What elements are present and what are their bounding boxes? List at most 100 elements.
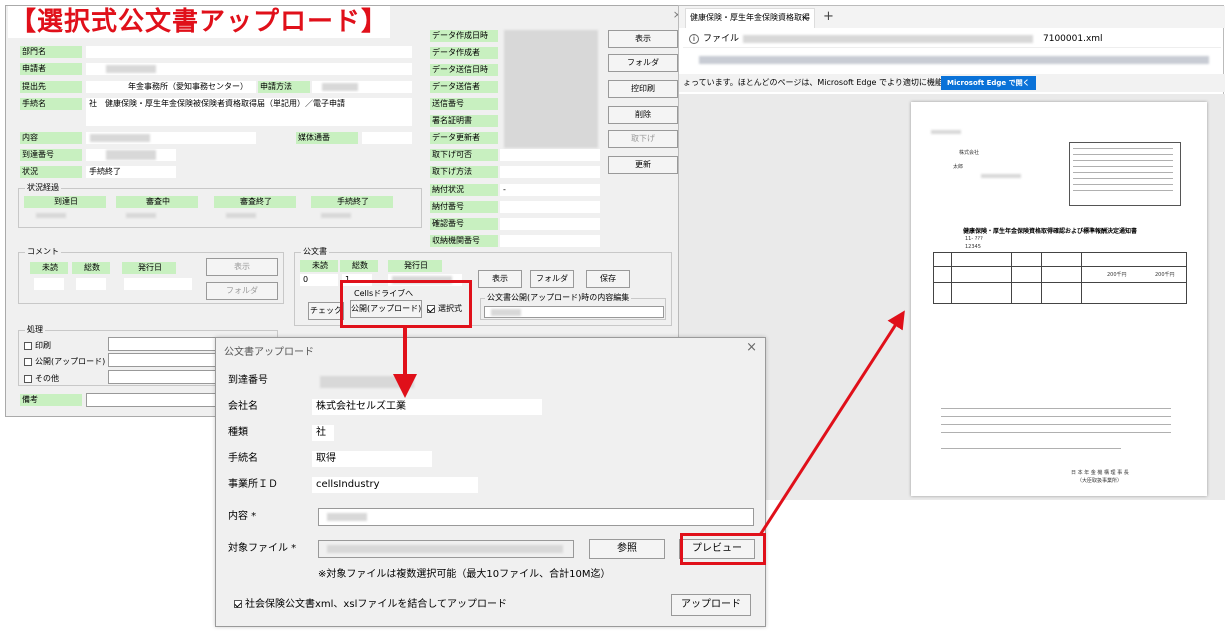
edit-content-input[interactable]: [484, 306, 664, 318]
comment-header-unread: 未読: [30, 262, 68, 274]
payment-status-value: -: [500, 184, 600, 196]
right-label-12: 収納機関番号: [430, 235, 498, 247]
withdraw-button[interactable]: 取下げ: [608, 130, 678, 148]
remarks-input[interactable]: [86, 393, 226, 407]
content-input[interactable]: [318, 508, 754, 526]
open-in-edge-button[interactable]: Microsoft Edge で開く: [941, 76, 1036, 90]
folder-button[interactable]: フォルダ: [608, 54, 678, 72]
withdraw-ok-value: [500, 149, 600, 161]
right-label-9: 納付状況: [430, 184, 498, 196]
right-label-8: 取下げ方法: [430, 166, 498, 178]
bookmarks-bar: [699, 56, 1209, 64]
dialog-upload-button[interactable]: アップロード: [671, 594, 751, 616]
media-value: [362, 132, 412, 144]
kobunsho-show-button[interactable]: 表示: [478, 270, 522, 288]
progress-group: 状況経過: [18, 183, 422, 228]
procedure-value: 社 健康保険・厚生年金保険被保険者資格取得届（単記用）／電子申請: [86, 98, 412, 126]
doc-title: 健康保険・厚生年金保険資格取得確認および標準報酬決定通知書: [963, 228, 1138, 235]
payment-no-value: [500, 201, 600, 213]
method-value: [312, 81, 412, 93]
progress-header-review-done: 審査終了: [214, 196, 296, 208]
right-label-7: 取下げ可否: [430, 149, 498, 161]
doc-person: 太郎: [953, 164, 964, 170]
label-applicant: 申請者: [20, 63, 82, 75]
dept-field[interactable]: [86, 46, 412, 58]
address-bar[interactable]: i ファイル 7100001.xml: [683, 30, 1221, 48]
doc-office-no: 12345: [965, 244, 981, 250]
confirm-no-value: [500, 218, 600, 230]
dialog-arrival-no-value: [320, 376, 414, 388]
label-arrival-no: 到達番号: [228, 375, 268, 386]
comment-show-button[interactable]: 表示: [206, 258, 278, 276]
browse-button[interactable]: 参照: [589, 539, 665, 559]
process-publish-checkbox[interactable]: 公開(アップロード): [24, 356, 105, 367]
process-print-checkbox[interactable]: 印刷: [24, 340, 51, 351]
applicant-field[interactable]: [86, 63, 412, 75]
kobunsho-header-date: 発行日: [388, 260, 442, 272]
comment-folder-button[interactable]: フォルダ: [206, 282, 278, 300]
doc-office-ref: 11- ???: [965, 236, 983, 242]
label-dept: 部門名: [20, 46, 82, 58]
new-tab-icon[interactable]: +: [823, 9, 834, 24]
doc-amount-2: 200千円: [1155, 272, 1175, 278]
url-tail: 7100001.xml: [1043, 34, 1103, 44]
progress-header-finished: 手続終了: [311, 196, 393, 208]
withdraw-method-value: [500, 166, 600, 178]
comment-date-value: [124, 278, 192, 290]
kobunsho-save-button[interactable]: 保存: [586, 270, 630, 288]
submit-to-value: 年金事務所（愛知事務センター）: [86, 81, 256, 93]
doc-issuer-sub: （大臣取扱事業所）: [1077, 478, 1123, 484]
process-print-input[interactable]: [108, 337, 228, 351]
process-other-checkbox[interactable]: その他: [24, 373, 59, 384]
kobunsho-header-total: 総数: [340, 260, 378, 272]
show-button[interactable]: 表示: [608, 30, 678, 48]
label-type: 種類: [228, 427, 248, 438]
right-label-2: データ送信日時: [430, 64, 498, 76]
doc-amount-1: 200千円: [1107, 272, 1127, 278]
tab-title: 健康保険・厚生年金保険資格取得: [690, 13, 810, 22]
right-label-11: 確認番号: [430, 218, 498, 230]
right-label-1: データ作成者: [430, 47, 498, 59]
info-icon[interactable]: i: [689, 34, 699, 44]
label-method: 申請方法: [258, 81, 310, 93]
process-publish-input[interactable]: [108, 353, 228, 367]
kobunsho-folder-button[interactable]: フォルダ: [530, 270, 574, 288]
content-value: [86, 132, 256, 144]
kobunsho-header-unread: 未読: [300, 260, 338, 272]
comment-unread-value: [34, 278, 64, 290]
label-submit-to: 提出先: [20, 81, 82, 93]
procedure-value: 取得: [312, 451, 432, 467]
dialog-close-icon[interactable]: ×: [746, 340, 757, 355]
right-label-5: 署名証明書: [430, 115, 498, 127]
notice-bar: ょっています。ほとんどのページは、Microsoft Edge でより適切に機能…: [679, 74, 1225, 92]
receipt-print-button[interactable]: 控印刷: [608, 80, 678, 98]
right-label-3: データ送信者: [430, 81, 498, 93]
kobunsho-check-button[interactable]: チェック: [308, 302, 344, 320]
label-content: 内容 *: [228, 511, 257, 522]
process-other-input[interactable]: [108, 370, 228, 384]
status-value: 手続終了: [86, 166, 176, 178]
upload-dialog: 公文書アップロード × 到達番号 会社名 株式会社セルズ工業 種類 社 手続名 …: [215, 337, 766, 627]
label-office-id: 事業所ＩＤ: [228, 479, 278, 490]
arrival-no-value: [86, 149, 176, 161]
update-button[interactable]: 更新: [608, 156, 678, 174]
tab-close-icon[interactable]: ×: [801, 9, 808, 27]
document-page: 株式会社 太郎 健康保険・厚生年金保険資格取得確認および標準報酬決定通知書 11…: [911, 102, 1207, 496]
label-content: 内容: [20, 132, 82, 144]
label-file: 対象ファイル *: [228, 543, 297, 554]
right-label-4: 送信番号: [430, 98, 498, 110]
doc-notice-box: [1069, 142, 1181, 206]
progress-group-title: 状況経過: [25, 183, 61, 193]
browser-tab[interactable]: 健康保険・厚生年金保険資格取得 ×: [685, 8, 815, 28]
combine-checkbox[interactable]: 社会保険公文書xml、xslファイルを結合してアップロード: [234, 598, 507, 612]
dialog-title: 公文書アップロード: [224, 347, 314, 358]
office-id-value: cellsIndustry: [312, 477, 478, 493]
comment-total-value: [76, 278, 106, 290]
comment-header-total: 総数: [72, 262, 110, 274]
banner-title: 【選択式公文書アップロード】: [8, 6, 391, 38]
label-status: 状況: [20, 166, 82, 178]
kobunsho-unread-value: 0: [300, 274, 338, 286]
highlight-preview-button: [680, 533, 766, 565]
file-input[interactable]: [318, 540, 574, 558]
delete-button[interactable]: 削除: [608, 106, 678, 124]
